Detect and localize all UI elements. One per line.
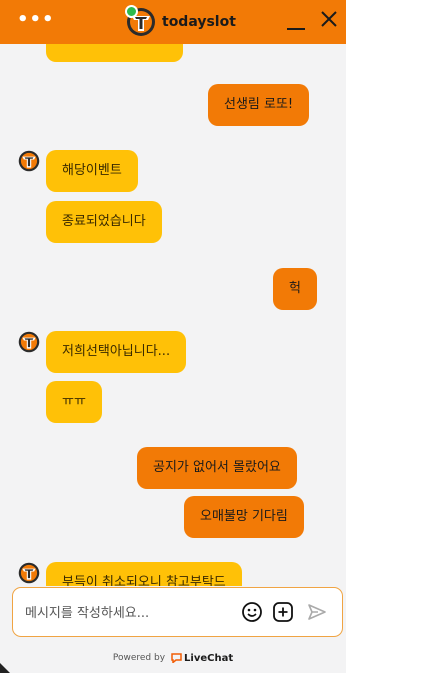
agent-message: ㅠㅠ bbox=[46, 381, 102, 423]
brand: todayslot bbox=[125, 5, 236, 37]
brand-logo-icon bbox=[125, 5, 156, 37]
minimize-icon[interactable] bbox=[287, 28, 305, 30]
agent-avatar bbox=[18, 150, 40, 172]
agent-message: 해당이벤트 bbox=[46, 150, 138, 192]
message-composer bbox=[12, 587, 343, 637]
powered-by[interactable]: Powered by LiveChat bbox=[0, 650, 346, 666]
add-attachment-icon[interactable] bbox=[272, 601, 294, 623]
chat-widget: ••• todayslot 선생림 로또! 해당이벤트 종료되었습니다 헉 저희… bbox=[0, 0, 346, 673]
livechat-logo-icon bbox=[171, 653, 182, 665]
visitor-message: 선생림 로또! bbox=[208, 84, 310, 126]
agent-message bbox=[46, 44, 183, 62]
window-corner bbox=[0, 663, 10, 673]
close-icon[interactable] bbox=[320, 10, 338, 28]
visitor-message: 헉 bbox=[273, 268, 317, 310]
agent-avatar bbox=[18, 562, 40, 584]
more-dots-icon[interactable]: ••• bbox=[17, 11, 55, 29]
livechat-brand: LiveChat bbox=[184, 652, 234, 664]
emoji-icon[interactable] bbox=[241, 601, 263, 623]
visitor-message: 오매불망 기다림 bbox=[184, 496, 304, 538]
agent-message: 부득이 취소되오니 참고부탁드 bbox=[46, 562, 242, 586]
online-status-dot bbox=[125, 5, 138, 18]
message-list[interactable]: 선생림 로또! 해당이벤트 종료되었습니다 헉 저희선택아닙니다... ㅠㅠ 공… bbox=[0, 44, 346, 586]
agent-message: 종료되었습니다 bbox=[46, 201, 162, 243]
agent-avatar bbox=[18, 331, 40, 353]
visitor-message: 공지가 없어서 몰랐어요 bbox=[137, 447, 297, 489]
chat-header: ••• todayslot bbox=[0, 0, 346, 44]
agent-message: 저희선택아닙니다... bbox=[46, 331, 187, 373]
powered-by-label: Powered by bbox=[112, 653, 166, 663]
message-input[interactable] bbox=[23, 601, 242, 625]
chat-title: todayslot bbox=[162, 14, 236, 30]
send-icon[interactable] bbox=[306, 601, 328, 623]
